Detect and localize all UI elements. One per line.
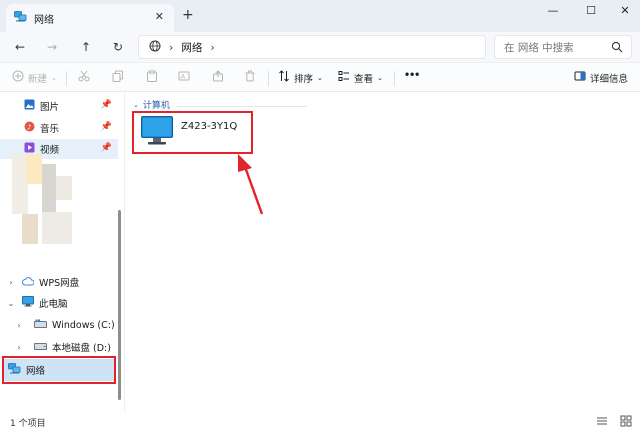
chevron-right-icon[interactable]: › bbox=[6, 278, 16, 287]
item-count: 1 个项目 bbox=[10, 419, 46, 429]
chevron-down-icon[interactable]: ⌄ bbox=[6, 299, 16, 308]
breadcrumb-separator[interactable]: › bbox=[169, 41, 173, 54]
svg-text:♪: ♪ bbox=[27, 124, 31, 132]
cloud-drive-icon bbox=[22, 276, 35, 289]
breadcrumb-network[interactable]: 网络 bbox=[181, 40, 202, 55]
windows-drive-icon bbox=[34, 319, 47, 331]
search-input[interactable]: 在 网络 中搜索 bbox=[494, 35, 632, 59]
search-icon[interactable] bbox=[611, 41, 623, 56]
new-tab-button[interactable]: + bbox=[182, 8, 194, 22]
svg-text:A: A bbox=[181, 74, 186, 81]
search-placeholder: 在 网络 中搜索 bbox=[504, 41, 574, 54]
pin-icon[interactable]: 📌 bbox=[101, 143, 112, 153]
new-label: 新建 bbox=[28, 73, 48, 85]
chevron-right-icon[interactable]: › bbox=[14, 343, 24, 352]
view-icon bbox=[338, 70, 350, 85]
sidebar-item-label: Windows (C:) bbox=[52, 319, 115, 331]
back-button[interactable]: ← bbox=[12, 39, 28, 55]
rename-icon[interactable]: A bbox=[178, 70, 190, 82]
highlight-box bbox=[2, 356, 116, 384]
details-label: 详细信息 bbox=[590, 73, 629, 85]
view-button[interactable]: 查看 ⌄ bbox=[338, 70, 383, 85]
group-header[interactable]: ⌄ 计算机 bbox=[133, 98, 170, 112]
divider bbox=[66, 71, 67, 86]
address-bar[interactable]: › 网络 › bbox=[138, 35, 486, 59]
sidebar-item-label: 图片 bbox=[40, 102, 60, 113]
cut-icon[interactable] bbox=[78, 70, 90, 82]
sidebar-item-label: 此电脑 bbox=[39, 299, 68, 310]
chevron-right-icon[interactable]: › bbox=[14, 321, 24, 330]
sidebar-item-label: 音乐 bbox=[40, 124, 60, 135]
sidebar-item-label: 本地磁盘 (D:) bbox=[52, 343, 111, 354]
annotation-arrow-icon bbox=[238, 154, 264, 215]
chevron-down-icon: ⌄ bbox=[317, 73, 323, 82]
tab-network[interactable]: 网络 ✕ bbox=[6, 4, 174, 32]
breadcrumb-separator[interactable]: › bbox=[210, 41, 214, 54]
view-label: 查看 bbox=[354, 73, 374, 85]
highlight-box bbox=[132, 111, 253, 154]
tab-label: 网络 bbox=[34, 14, 54, 26]
sidebar-item-drive-c[interactable]: › Windows (C:) bbox=[0, 315, 118, 335]
pin-icon[interactable]: 📌 bbox=[101, 100, 112, 110]
sidebar-item-label: 视频 bbox=[40, 145, 60, 156]
chevron-down-icon: ⌄ bbox=[133, 100, 139, 109]
share-icon[interactable] bbox=[212, 70, 224, 82]
sidebar-item-label: WPS网盘 bbox=[39, 278, 80, 289]
pictures-icon bbox=[24, 99, 35, 113]
globe-icon bbox=[149, 40, 161, 55]
sidebar-scrollbar[interactable] bbox=[118, 210, 121, 400]
paste-icon[interactable] bbox=[146, 70, 158, 82]
sidebar-item-pictures[interactable]: 图片 📌 bbox=[0, 96, 118, 116]
details-button[interactable]: 详细信息 bbox=[574, 70, 628, 85]
details-pane-icon bbox=[574, 70, 586, 85]
network-icon bbox=[14, 11, 27, 25]
navigation-bar: ← → ↑ ↻ › 网络 › 在 网络 中搜索 bbox=[0, 32, 640, 62]
divider bbox=[177, 106, 307, 107]
large-icons-view-icon[interactable] bbox=[620, 415, 632, 427]
add-icon bbox=[12, 70, 24, 85]
forward-button[interactable]: → bbox=[44, 39, 60, 55]
title-bar: 网络 ✕ + — ☐ ✕ bbox=[0, 0, 640, 32]
sort-label: 排序 bbox=[294, 73, 314, 85]
sidebar-item-this-pc[interactable]: ⌄ 此电脑 bbox=[0, 293, 118, 313]
refresh-button[interactable]: ↻ bbox=[110, 39, 126, 55]
local-disk-icon bbox=[34, 342, 47, 353]
sidebar-item-music[interactable]: ♪ 音乐 📌 bbox=[0, 118, 118, 138]
sort-icon bbox=[278, 70, 290, 85]
new-button[interactable]: 新建 ⌄ bbox=[12, 70, 57, 85]
close-window-button[interactable]: ✕ bbox=[614, 3, 636, 19]
command-bar: 新建 ⌄ A 排序 ⌄ 查看 ⌄ ••• 详细信息 bbox=[0, 62, 640, 92]
sort-button[interactable]: 排序 ⌄ bbox=[278, 70, 323, 85]
details-view-icon[interactable] bbox=[596, 415, 608, 427]
divider bbox=[394, 71, 395, 86]
delete-icon[interactable] bbox=[244, 70, 256, 82]
copy-icon[interactable] bbox=[112, 70, 124, 82]
status-bar: 1 个项目 bbox=[0, 412, 640, 431]
maximize-button[interactable]: ☐ bbox=[580, 3, 602, 19]
chevron-down-icon: ⌄ bbox=[377, 73, 383, 82]
pin-icon[interactable]: 📌 bbox=[101, 122, 112, 132]
more-options-button[interactable]: ••• bbox=[404, 70, 420, 81]
divider bbox=[268, 71, 269, 86]
sidebar-item-wps-drive[interactable]: › WPS网盘 bbox=[0, 272, 118, 292]
this-pc-icon bbox=[22, 296, 34, 310]
sidebar-item-drive-d[interactable]: › 本地磁盘 (D:) bbox=[0, 337, 118, 357]
up-button[interactable]: ↑ bbox=[78, 39, 94, 55]
group-label: 计算机 bbox=[142, 101, 170, 111]
minimize-button[interactable]: — bbox=[542, 3, 564, 19]
tab-close-icon[interactable]: ✕ bbox=[155, 10, 164, 23]
chevron-down-icon: ⌄ bbox=[51, 73, 57, 82]
music-icon: ♪ bbox=[24, 121, 35, 135]
